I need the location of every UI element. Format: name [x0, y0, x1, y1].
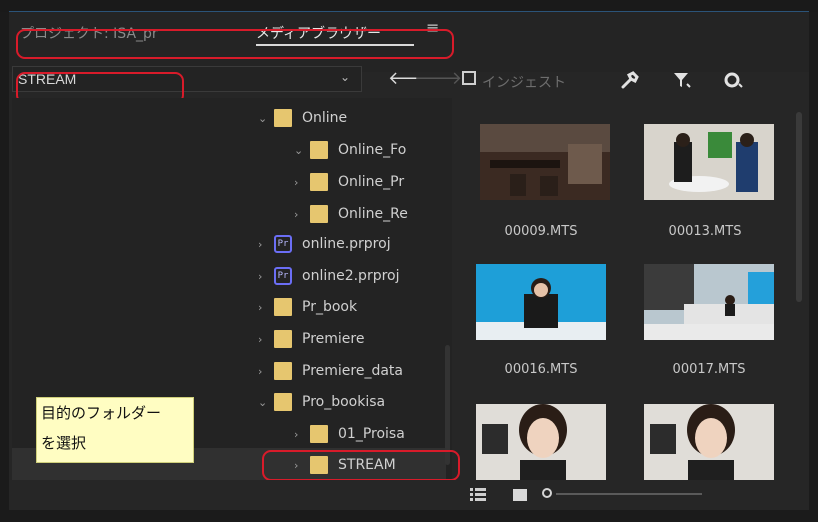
chevron-right-icon[interactable]: ›	[258, 238, 274, 251]
folder-icon	[274, 393, 292, 411]
chevron-right-icon[interactable]: ›	[258, 270, 274, 283]
thumbnail-00016[interactable]	[476, 264, 606, 340]
tree-item[interactable]: ⌄ Online_Fo	[294, 135, 406, 165]
tree-item[interactable]: › Pr online2.prproj	[258, 261, 400, 291]
ingest-checkbox[interactable]	[462, 71, 476, 85]
folder-icon	[274, 109, 292, 127]
tree-scrollbar[interactable]	[445, 345, 450, 465]
chevron-right-icon[interactable]: ›	[294, 208, 310, 221]
tree-item[interactable]: ⌄ Pro_bookisa	[258, 387, 385, 417]
tree-item[interactable]: › 01_Proisa	[294, 419, 405, 449]
tree-item-label: Pro_bookisa	[302, 394, 386, 410]
folder-icon	[274, 362, 292, 380]
folder-icon	[310, 425, 328, 443]
thumbnail-partial-2[interactable]	[644, 404, 774, 480]
arrow-right-icon[interactable]: 🡒	[414, 68, 462, 89]
folder-icon	[310, 205, 328, 223]
thumbnail-00009[interactable]	[480, 124, 610, 200]
chevron-down-icon[interactable]: ⌄	[258, 396, 274, 409]
list-view-icon[interactable]	[470, 487, 486, 501]
chevron-down-icon[interactable]: ⌄	[258, 112, 274, 125]
wrench-icon[interactable]	[620, 70, 640, 95]
grid-scrollbar[interactable]	[796, 112, 802, 302]
icon-view-icon[interactable]	[513, 489, 527, 501]
annotation-line-2: を選択	[41, 434, 87, 452]
tree-item-label: Premiere_data	[302, 363, 403, 379]
tree-item[interactable]: › Premiere	[258, 324, 364, 354]
thumbnail-label: 00016.MTS	[504, 362, 578, 377]
tree-item-label: 01_Proisa	[338, 426, 405, 442]
tree-item-label: Pr_book	[302, 299, 358, 315]
tree-item-label: online2.prproj	[302, 268, 400, 284]
tree-item-label: Online_Re	[338, 206, 408, 222]
zoom-slider-track[interactable]	[556, 493, 702, 495]
stream-highlight-box	[262, 450, 460, 481]
tree-item-label: Premiere	[302, 331, 365, 347]
annotation-line-1: 目的のフォルダー	[41, 404, 162, 422]
tree-item-label: Online_Fo	[338, 142, 407, 158]
tree-item-label: Online_Pr	[338, 174, 405, 190]
tree-item-label: online.prproj	[302, 236, 391, 252]
annotation-note: 目的のフォルダー を選択	[36, 397, 194, 463]
thumbnail-00017[interactable]	[644, 264, 774, 340]
thumbnail-label: 00017.MTS	[672, 362, 746, 377]
chevron-right-icon[interactable]: ›	[294, 176, 310, 189]
chevron-down-icon[interactable]: ⌄	[340, 70, 350, 84]
chevron-right-icon[interactable]: ›	[258, 301, 274, 314]
chevron-down-icon[interactable]: ⌄	[294, 144, 310, 157]
ingest-label: インジェスト	[482, 75, 566, 91]
tree-item[interactable]: › Online_Pr	[294, 167, 404, 197]
chevron-right-icon[interactable]: ›	[258, 333, 274, 346]
folder-icon	[274, 298, 292, 316]
premiere-project-icon: Pr	[274, 267, 292, 285]
thumbnail-label: 00013.MTS	[668, 224, 742, 239]
filter-icon[interactable]	[672, 70, 692, 95]
zoom-slider-knob[interactable]	[542, 488, 552, 498]
tabs-highlight-box	[16, 29, 454, 59]
tree-item[interactable]: ⌄ Online	[258, 103, 347, 133]
thumbnail-00013[interactable]	[644, 124, 774, 200]
chevron-right-icon[interactable]: ›	[294, 428, 310, 441]
thumbnail-label: 00009.MTS	[504, 224, 578, 239]
premiere-project-icon: Pr	[274, 235, 292, 253]
thumbnail-partial-1[interactable]	[476, 404, 606, 480]
chevron-right-icon[interactable]: ›	[258, 365, 274, 378]
folder-icon	[274, 330, 292, 348]
eye-icon[interactable]	[722, 70, 746, 95]
tree-item[interactable]: › Premiere_data	[258, 356, 403, 386]
tree-item[interactable]: › Online_Re	[294, 199, 408, 229]
tree-item[interactable]: › Pr_book	[258, 292, 357, 322]
tree-item[interactable]: › Pr online.prproj	[258, 229, 391, 259]
bottom-bar	[9, 480, 809, 510]
folder-icon	[310, 141, 328, 159]
folder-icon	[310, 173, 328, 191]
tree-item-label: Online	[302, 110, 348, 126]
